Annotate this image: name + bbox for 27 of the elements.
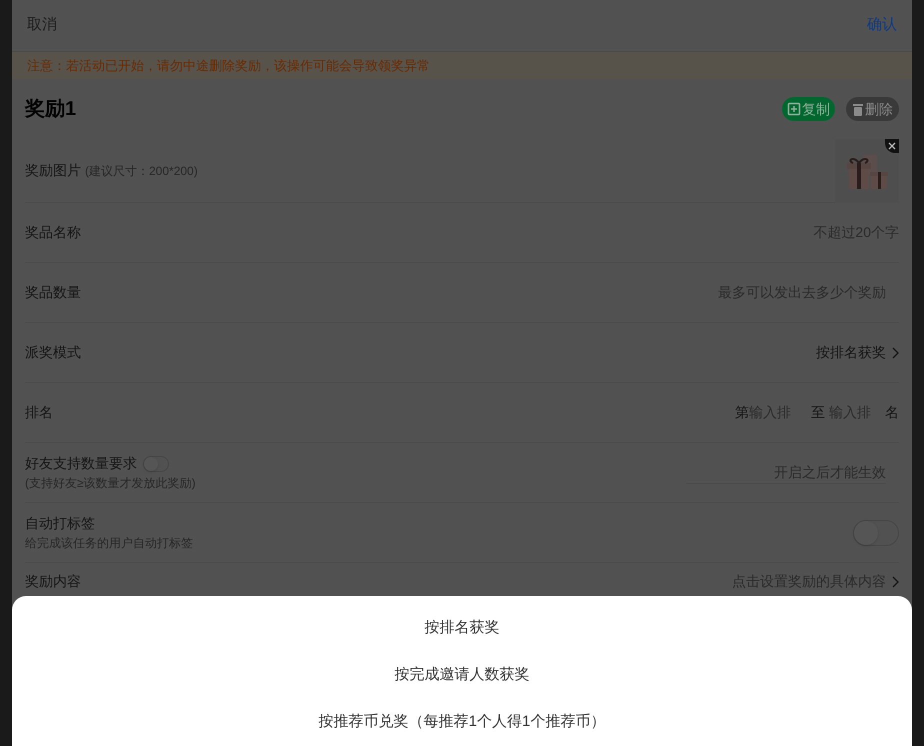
range-separator: 至	[811, 403, 825, 422]
field-label: 奖励内容	[25, 572, 81, 591]
gift-icon	[845, 152, 889, 188]
close-icon[interactable]	[885, 138, 899, 152]
copy-icon	[787, 102, 801, 116]
range-prefix: 第	[735, 403, 749, 422]
copy-button[interactable]: 复制	[782, 97, 835, 121]
field-label: 好友支持数量要求	[25, 454, 137, 473]
toggle-switch[interactable]	[143, 456, 169, 472]
chevron-right-icon	[892, 576, 899, 588]
trash-icon	[852, 102, 864, 116]
field-label: 奖品名称	[25, 223, 81, 242]
delete-button[interactable]: 删除	[846, 97, 899, 121]
chevron-right-icon	[892, 346, 899, 358]
field-label: 奖励图片	[25, 161, 81, 180]
mode-selector[interactable]: 按排名获奖	[816, 342, 886, 363]
toggle-switch[interactable]	[853, 520, 899, 546]
field-label: 自动打标签	[25, 514, 95, 533]
warning-notice: 注意：若活动已开始，请勿中途删除奖励，该操作可能会导致领奖异常	[27, 56, 430, 75]
field-label: 派奖模式	[25, 343, 81, 362]
range-suffix: 名	[885, 403, 899, 422]
option-item[interactable]: 按推荐币兑奖（每推荐1个人得1个推荐币）	[302, 699, 622, 746]
option-item[interactable]: 按排名获奖	[408, 605, 516, 652]
field-label: 排名	[25, 403, 53, 422]
option-item[interactable]: 按完成邀请人数获奖	[378, 652, 546, 699]
field-label: 奖品数量	[25, 283, 81, 302]
reward-title: 奖励1	[25, 97, 76, 122]
